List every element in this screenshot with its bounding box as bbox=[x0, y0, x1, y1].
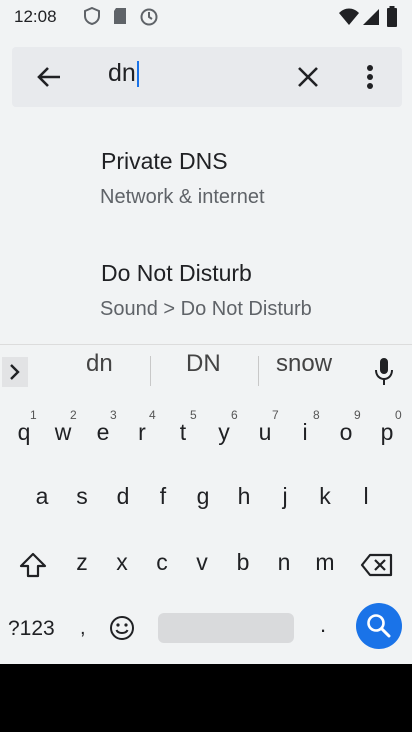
comma-key[interactable]: , bbox=[80, 617, 86, 640]
key-digit-hint: 8 bbox=[313, 408, 320, 422]
key-digit-hint: 2 bbox=[70, 408, 77, 422]
key-digit-hint: 0 bbox=[395, 408, 402, 422]
key-v[interactable]: v bbox=[182, 549, 222, 576]
key-digit-hint: 3 bbox=[110, 408, 117, 422]
key-o[interactable]: o bbox=[326, 419, 366, 446]
key-j[interactable]: j bbox=[265, 483, 305, 510]
suggestion-1[interactable]: dn bbox=[86, 350, 113, 378]
suggestion-3[interactable]: snow bbox=[276, 350, 332, 378]
key-digit-hint: 7 bbox=[272, 408, 279, 422]
key-digit-hint: 5 bbox=[190, 408, 197, 422]
status-bar: 12:08 bbox=[0, 0, 412, 34]
key-t[interactable]: t bbox=[163, 419, 203, 446]
key-y[interactable]: y bbox=[204, 419, 244, 446]
search-query-text: dn bbox=[108, 59, 136, 87]
keyboard-menu-chevron-icon[interactable] bbox=[2, 357, 28, 387]
result-private-dns[interactable]: Private DNS Network & internet bbox=[0, 140, 412, 240]
key-r[interactable]: r bbox=[122, 419, 162, 446]
key-digit-hint: 1 bbox=[30, 408, 37, 422]
battery-icon bbox=[386, 6, 398, 33]
key-digit-hint: 9 bbox=[354, 408, 361, 422]
space-bar[interactable] bbox=[158, 613, 294, 643]
period-key[interactable]: . bbox=[320, 612, 326, 638]
key-l[interactable]: l bbox=[346, 483, 386, 510]
key-digit-hint: 6 bbox=[231, 408, 238, 422]
key-q[interactable]: q bbox=[4, 419, 44, 446]
clear-icon[interactable] bbox=[291, 60, 325, 94]
status-time: 12:08 bbox=[14, 7, 57, 26]
backspace-icon[interactable] bbox=[360, 552, 394, 578]
key-g[interactable]: g bbox=[183, 483, 223, 510]
key-x[interactable]: x bbox=[102, 549, 142, 576]
key-digit-hint: 4 bbox=[149, 408, 156, 422]
key-m[interactable]: m bbox=[305, 549, 345, 576]
shield-icon bbox=[84, 6, 100, 30]
result-title: Do Not Disturb bbox=[101, 260, 252, 286]
key-w[interactable]: w bbox=[43, 419, 83, 446]
result-subtitle: Network & internet bbox=[100, 186, 265, 208]
microphone-icon[interactable] bbox=[373, 356, 395, 388]
key-b[interactable]: b bbox=[223, 549, 263, 576]
key-h[interactable]: h bbox=[224, 483, 264, 510]
wifi-icon bbox=[338, 8, 360, 31]
key-e[interactable]: e bbox=[83, 419, 123, 446]
back-arrow-icon[interactable] bbox=[26, 62, 72, 92]
signal-icon bbox=[362, 8, 380, 31]
search-input[interactable]: dn bbox=[108, 59, 139, 88]
search-results: Private DNS Network & internet Do Not Di… bbox=[0, 122, 412, 344]
suggestion-2[interactable]: DN bbox=[186, 350, 221, 378]
key-s[interactable]: s bbox=[62, 483, 102, 510]
sync-icon bbox=[139, 7, 159, 32]
key-i[interactable]: i bbox=[285, 419, 325, 446]
symbols-key[interactable]: ?123 bbox=[8, 617, 55, 641]
navigation-bar bbox=[0, 664, 412, 732]
shift-key[interactable] bbox=[18, 551, 48, 579]
search-key[interactable] bbox=[356, 603, 402, 649]
key-d[interactable]: d bbox=[103, 483, 143, 510]
key-n[interactable]: n bbox=[264, 549, 304, 576]
key-p[interactable]: p bbox=[367, 419, 407, 446]
key-f[interactable]: f bbox=[143, 483, 183, 510]
key-u[interactable]: u bbox=[245, 419, 285, 446]
sd-card-icon bbox=[112, 7, 128, 30]
more-options-icon[interactable] bbox=[355, 60, 385, 94]
key-c[interactable]: c bbox=[142, 549, 182, 576]
key-z[interactable]: z bbox=[62, 549, 102, 576]
emoji-icon[interactable] bbox=[107, 613, 137, 643]
result-title: Private DNS bbox=[101, 148, 228, 174]
result-subtitle: Sound > Do Not Disturb bbox=[100, 298, 312, 320]
text-cursor bbox=[136, 61, 139, 88]
suggestion-divider bbox=[258, 356, 259, 386]
key-k[interactable]: k bbox=[305, 483, 345, 510]
result-do-not-disturb[interactable]: Do Not Disturb Sound > Do Not Disturb bbox=[0, 252, 412, 352]
key-a[interactable]: a bbox=[22, 483, 62, 510]
suggestion-divider bbox=[150, 356, 151, 386]
